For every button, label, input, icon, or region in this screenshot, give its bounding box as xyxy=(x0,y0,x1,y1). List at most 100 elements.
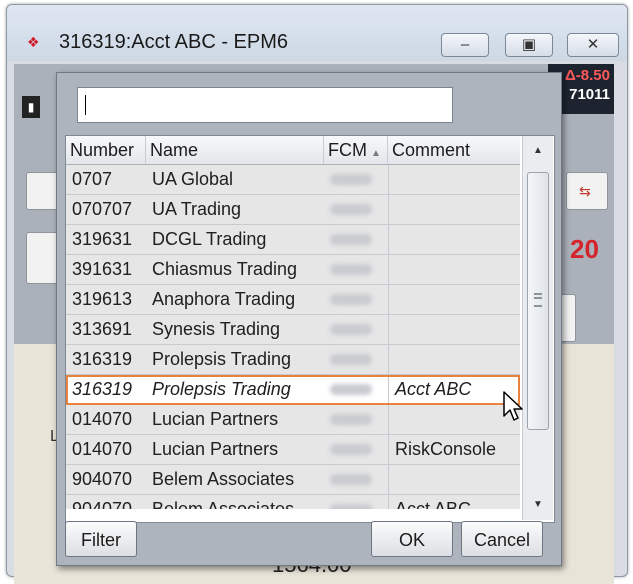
table-row[interactable]: 070707 UA Trading xyxy=(66,195,520,225)
cell-name: Lucian Partners xyxy=(146,435,324,464)
cell-comment: Acct ABC xyxy=(388,495,520,509)
cell-number: 313691 xyxy=(66,315,146,344)
table-row-selected[interactable]: 316319 Prolepsis Trading Acct ABC xyxy=(66,375,520,405)
minimize-icon: – xyxy=(460,36,470,53)
account-table: Number Name FCM ▲ Comment 0707 UA Global 07… xyxy=(65,135,555,523)
table-row[interactable]: 391631 Chiasmus Trading xyxy=(66,255,520,285)
text-caret xyxy=(85,95,86,115)
cell-fcm xyxy=(324,195,388,224)
cell-number: 319631 xyxy=(66,225,146,254)
cell-name: Belem Associates xyxy=(146,495,324,509)
cell-fcm xyxy=(324,165,388,194)
cell-number: 904070 xyxy=(66,465,146,494)
redacted-value xyxy=(330,414,372,425)
table-header: Number Name FCM ▲ Comment xyxy=(66,136,520,165)
table-row[interactable]: 319613 Anaphora Trading xyxy=(66,285,520,315)
cell-number: 319613 xyxy=(66,285,146,314)
cell-comment xyxy=(388,195,520,224)
redacted-value xyxy=(330,324,372,335)
redacted-value xyxy=(330,444,372,455)
cell-name: Synesis Trading xyxy=(146,315,324,344)
cell-fcm xyxy=(324,285,388,314)
column-label: Name xyxy=(150,140,199,160)
cell-comment: Acct ABC xyxy=(388,375,520,404)
cell-name: Prolepsis Trading xyxy=(146,345,324,374)
cell-name: Belem Associates xyxy=(146,465,324,494)
arrows-icon: ⇆ xyxy=(579,183,591,199)
maximize-icon: ▣ xyxy=(521,36,537,53)
cell-comment xyxy=(388,345,520,374)
table-row[interactable]: 014070 Lucian Partners xyxy=(66,405,520,435)
app-logo-icon: ❖ xyxy=(27,34,40,50)
vertical-scrollbar[interactable]: ▲ ▼ xyxy=(522,136,553,520)
cell-name: Anaphora Trading xyxy=(146,285,324,314)
redacted-value xyxy=(330,294,372,305)
cancel-button[interactable]: Cancel xyxy=(461,521,543,557)
table-row[interactable]: 904070 Belem Associates Acct ABC xyxy=(66,495,520,522)
cell-name: UA Trading xyxy=(146,195,324,224)
filter-button[interactable]: Filter xyxy=(65,521,137,557)
background-red-value: 20 xyxy=(570,234,599,264)
maximize-button[interactable]: ▣ xyxy=(505,33,553,57)
cell-number: 014070 xyxy=(66,435,146,464)
cell-fcm xyxy=(324,225,388,254)
cell-number: 904070 xyxy=(66,495,146,509)
cell-name: Chiasmus Trading xyxy=(146,255,324,284)
cell-number: 316319 xyxy=(66,375,146,404)
search-input[interactable] xyxy=(77,87,453,123)
cell-number: 316319 xyxy=(66,345,146,374)
column-header-comment[interactable]: Comment xyxy=(388,136,520,164)
cell-number: 391631 xyxy=(66,255,146,284)
redacted-value xyxy=(330,234,372,245)
scroll-down-icon[interactable]: ▼ xyxy=(523,492,553,518)
redacted-value xyxy=(330,384,372,395)
table-row[interactable]: 316319 Prolepsis Trading xyxy=(66,345,520,375)
table-row[interactable]: 0707 UA Global xyxy=(66,165,520,195)
column-header-name[interactable]: Name xyxy=(146,136,324,164)
cell-number: 070707 xyxy=(66,195,146,224)
cell-number: 0707 xyxy=(66,165,146,194)
redacted-value xyxy=(330,354,372,365)
cell-fcm xyxy=(324,465,388,494)
cell-fcm xyxy=(324,255,388,284)
title-bar[interactable]: ❖ 316319:Acct ABC - EPM6 – ▣ ✕ xyxy=(7,5,627,61)
background-button-right[interactable]: ⇆ xyxy=(566,172,608,210)
redacted-value xyxy=(330,474,372,485)
window-title: 316319:Acct ABC - EPM6 xyxy=(59,31,289,53)
cell-number: 014070 xyxy=(66,405,146,434)
table-row[interactable]: 014070 Lucian Partners RiskConsole xyxy=(66,435,520,465)
cell-comment xyxy=(388,405,520,434)
ok-button[interactable]: OK xyxy=(371,521,453,557)
sort-ascending-icon: ▲ xyxy=(371,148,381,159)
close-button[interactable]: ✕ xyxy=(567,33,619,57)
column-header-number[interactable]: Number xyxy=(66,136,146,164)
cell-fcm xyxy=(324,405,388,434)
mouse-pointer-icon xyxy=(503,391,523,421)
scrollbar-thumb[interactable] xyxy=(527,172,549,430)
redacted-value xyxy=(330,504,372,509)
cell-fcm xyxy=(324,345,388,374)
cell-comment xyxy=(388,165,520,194)
cell-fcm xyxy=(324,315,388,344)
cell-comment xyxy=(388,465,520,494)
table-row[interactable]: 904070 Belem Associates xyxy=(66,465,520,495)
column-header-fcm[interactable]: FCM ▲ xyxy=(324,136,388,164)
scroll-up-icon[interactable]: ▲ xyxy=(523,138,553,164)
cell-fcm xyxy=(324,435,388,464)
cell-name: DCGL Trading xyxy=(146,225,324,254)
cell-comment xyxy=(388,285,520,314)
table-row[interactable]: 313691 Synesis Trading xyxy=(66,315,520,345)
cell-comment xyxy=(388,225,520,254)
cell-comment xyxy=(388,255,520,284)
cell-name: Prolepsis Trading xyxy=(146,375,324,404)
table-row[interactable]: 319631 DCGL Trading xyxy=(66,225,520,255)
redacted-value xyxy=(330,264,372,275)
close-icon: ✕ xyxy=(586,36,600,53)
cell-name: Lucian Partners xyxy=(146,405,324,434)
minimize-button[interactable]: – xyxy=(441,33,489,57)
column-label: Comment xyxy=(392,140,471,160)
column-label: Number xyxy=(70,140,135,160)
cell-comment: RiskConsole xyxy=(388,435,520,464)
cell-name: UA Global xyxy=(146,165,324,194)
redacted-value xyxy=(330,174,372,185)
